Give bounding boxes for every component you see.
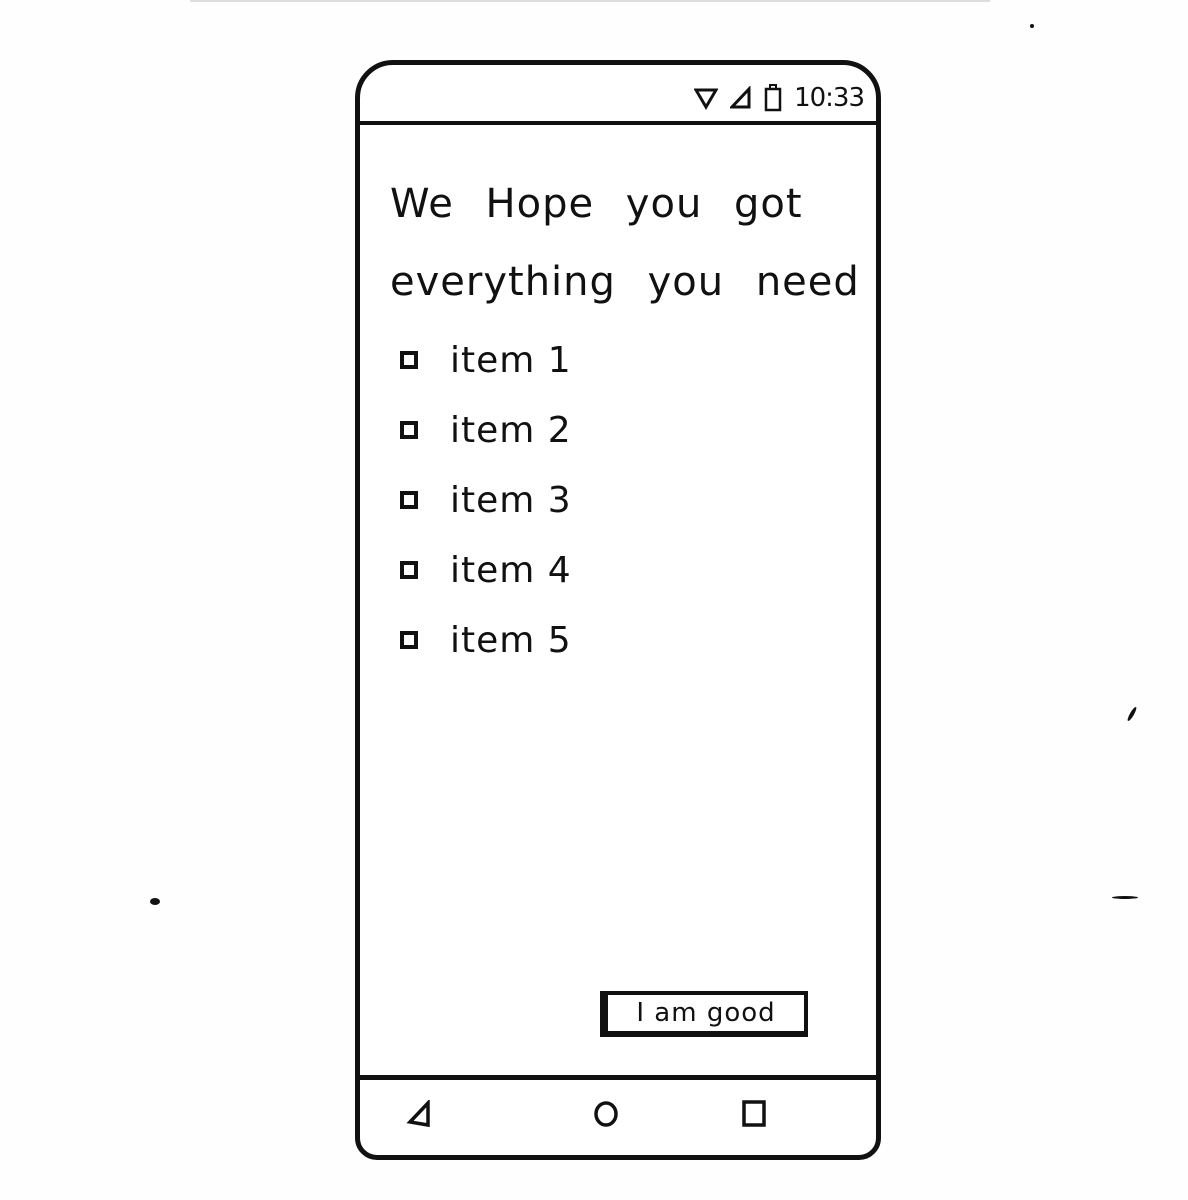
list-item: item 5: [400, 605, 572, 675]
status-time: 10:33: [794, 83, 865, 113]
signal-icon: [730, 86, 752, 110]
navigation-bar: [360, 1075, 876, 1155]
page-title: We Hope you got everything you need: [390, 181, 860, 305]
item-5-checkbox[interactable]: [400, 631, 418, 649]
list-item: item 4: [400, 535, 572, 605]
i-am-good-button[interactable]: I am good: [600, 991, 808, 1037]
pencil-mark: [150, 898, 160, 905]
item-checklist: item 1 item 2 item 3 item 4 item 5: [400, 325, 572, 675]
item-3-checkbox[interactable]: [400, 491, 418, 509]
item-label: item 2: [450, 409, 572, 451]
status-icons: 10:33: [694, 83, 865, 113]
pencil-mark: [1126, 706, 1138, 722]
item-label: item 1: [450, 339, 572, 381]
item-label: item 4: [450, 549, 572, 591]
list-item: item 2: [400, 395, 572, 465]
battery-icon: [764, 84, 782, 112]
item-label: item 3: [450, 479, 572, 521]
pencil-mark: [1112, 896, 1138, 899]
item-label: item 5: [450, 619, 572, 661]
wifi-icon: [694, 86, 719, 110]
item-4-checkbox[interactable]: [400, 561, 418, 579]
list-item: item 1: [400, 325, 572, 395]
recents-icon[interactable]: [736, 1096, 772, 1132]
status-bar: 10:33: [360, 65, 876, 125]
pencil-mark: [1030, 24, 1034, 28]
back-icon[interactable]: [402, 1096, 438, 1132]
item-1-checkbox[interactable]: [400, 351, 418, 369]
list-item: item 3: [400, 465, 572, 535]
phone-frame: 10:33 We Hope you got everything you nee…: [355, 60, 881, 1160]
paper-edge-mark: [190, 0, 990, 8]
home-icon[interactable]: [588, 1096, 624, 1132]
item-2-checkbox[interactable]: [400, 421, 418, 439]
